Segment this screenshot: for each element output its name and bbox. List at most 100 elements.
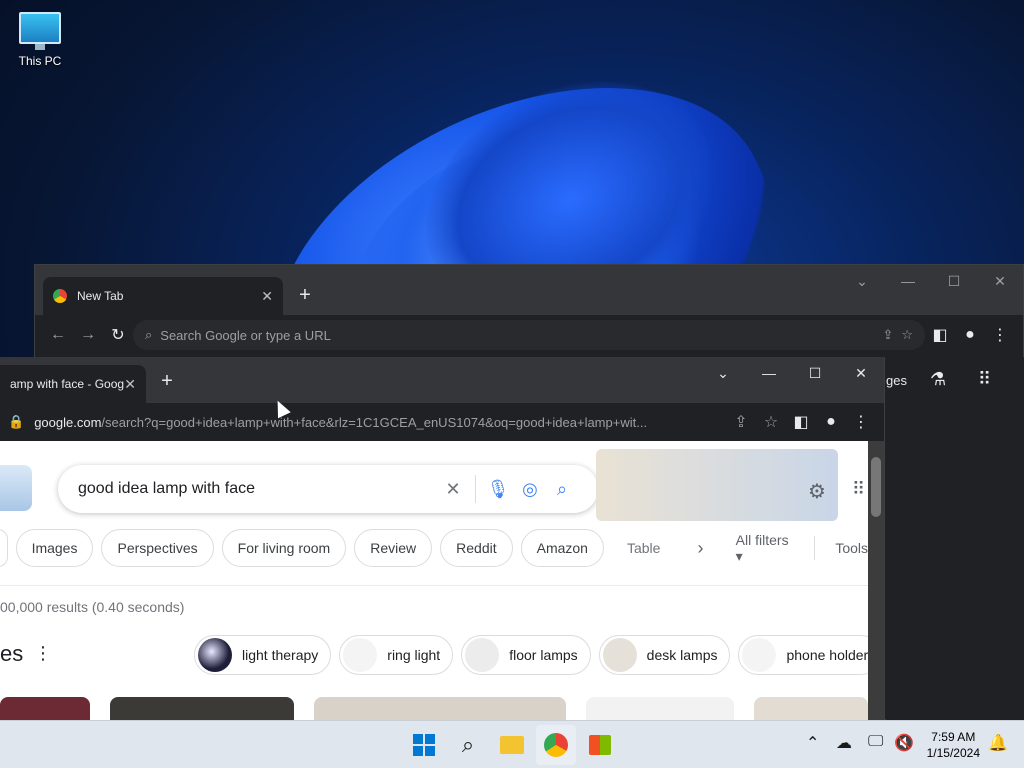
clock[interactable]: 7:59 AM 1/15/2024 (927, 729, 980, 761)
network-icon[interactable]: 🖵 (868, 733, 883, 751)
doodle-image[interactable] (596, 449, 838, 521)
thumbnail (742, 638, 777, 672)
chip-for-living-room[interactable]: For living room (221, 529, 347, 567)
this-pc-desktop-icon[interactable]: This PC (10, 8, 70, 68)
image-result[interactable] (0, 697, 90, 720)
search-box[interactable]: good idea lamp with face ✕ 🎙 ◎ ⌕ (58, 465, 598, 513)
chip-partial[interactable] (0, 529, 8, 567)
related-label: ring light (387, 647, 441, 663)
image-result[interactable] (754, 697, 868, 720)
url-path: /search?q=good+idea+lamp+with+face&rlz=1… (101, 414, 648, 430)
profile-icon[interactable]: ● (816, 407, 846, 437)
tab-new-tab[interactable]: New Tab ✕ (43, 277, 283, 315)
chip-images[interactable]: Images (15, 529, 94, 567)
labs-flask-icon[interactable]: ⚗ (930, 369, 946, 390)
search-icon[interactable]: ⌕ (448, 725, 488, 765)
related-label: desk lamps (646, 647, 718, 663)
tab-google-search[interactable]: amp with face - Goog ✕ (0, 365, 146, 403)
chip-table[interactable]: Table (612, 529, 675, 567)
share-icon[interactable]: ⇪ (882, 327, 893, 343)
related-phone-holder[interactable]: phone holder (738, 635, 868, 675)
omnibox-placeholder: Search Google or type a URL (160, 327, 331, 343)
folder-icon[interactable] (492, 725, 532, 765)
related-label: floor lamps (509, 647, 578, 663)
clear-icon[interactable]: ✕ (437, 479, 469, 500)
windows-start-icon[interactable] (404, 725, 444, 765)
taskbar: ⌕ ⌃ ☁ 🖵 🔇 7:59 AM 1/15/2024 🔔 (0, 720, 1024, 768)
chrome-window-front[interactable]: amp with face - Goog ✕ + ⌄ — ☐ ✕ 🔒 googl… (0, 357, 885, 720)
new-tab-button[interactable]: + (293, 283, 317, 307)
image-result[interactable] (314, 697, 566, 720)
images-link-partial[interactable]: ges (886, 373, 907, 388)
close-tab-icon[interactable]: ✕ (124, 376, 136, 393)
all-filters-button[interactable]: All filters ▾ (726, 532, 807, 565)
related-label: light therapy (242, 647, 319, 663)
this-pc-label: This PC (18, 54, 62, 68)
tab-search-icon[interactable]: ⌄ (700, 357, 746, 389)
minimize-button[interactable]: — (746, 357, 792, 389)
close-window-button[interactable]: ✕ (977, 265, 1023, 297)
search-results-page: good idea lamp with face ✕ 🎙 ◎ ⌕ ⚙ ⠿ Ima… (0, 441, 868, 720)
filter-chips: Images Perspectives For living room Revi… (0, 529, 868, 567)
chrome-icon[interactable] (536, 725, 576, 765)
lens-camera-icon[interactable]: ◎ (514, 479, 546, 500)
bookmark-star-icon[interactable]: ☆ (756, 407, 786, 437)
back-arrow-icon[interactable]: ← (43, 320, 73, 350)
image-result[interactable] (110, 697, 294, 720)
maximize-button[interactable]: ☐ (931, 265, 977, 297)
tab-search-icon[interactable]: ⌄ (839, 265, 885, 297)
clock-date: 1/15/2024 (926, 746, 980, 760)
forward-arrow-icon[interactable]: → (73, 320, 103, 350)
monitor-icon (19, 12, 61, 50)
menu-icon[interactable]: ⋮ (985, 320, 1015, 350)
maximize-button[interactable]: ☐ (792, 357, 838, 389)
image-result[interactable] (586, 697, 734, 720)
omnibox[interactable]: ⌕ Search Google or type a URL ⇪ ☆ (133, 320, 925, 350)
chip-perspectives[interactable]: Perspectives (101, 529, 214, 567)
new-tab-button[interactable]: + (155, 369, 179, 393)
side-panel-icon[interactable]: ◧ (925, 320, 955, 350)
more-options-icon[interactable]: ⋮ (34, 643, 52, 664)
minimize-button[interactable]: — (885, 265, 931, 297)
omnibox[interactable]: 🔒 google.com/search?q=good+idea+lamp+wit… (8, 407, 726, 437)
apps-grid-icon[interactable]: ⠿ (852, 479, 865, 500)
share-icon[interactable]: ⇪ (726, 407, 756, 437)
google-logo-partial[interactable] (0, 465, 32, 511)
thumbnail (198, 638, 232, 672)
chevron-right-icon[interactable]: › (683, 538, 717, 559)
chevron-up-icon[interactable]: ⌃ (806, 733, 819, 753)
notification-bell-icon[interactable]: 🔔 (988, 733, 1008, 753)
apps-grid-icon[interactable]: ⠿ (978, 369, 991, 390)
search-icon[interactable]: ⌕ (546, 479, 578, 500)
thumbnail (465, 638, 500, 672)
related-ring-light[interactable]: ring light (339, 635, 454, 675)
related-desk-lamps[interactable]: desk lamps (598, 635, 731, 675)
related-floor-lamps[interactable]: floor lamps (461, 635, 591, 675)
bookmark-star-icon[interactable]: ☆ (901, 327, 913, 343)
reload-icon[interactable]: ↻ (103, 320, 133, 350)
search-query[interactable]: good idea lamp with face (78, 480, 437, 498)
scrollbar[interactable] (868, 441, 884, 720)
onedrive-icon[interactable]: ☁ (836, 733, 852, 753)
close-window-button[interactable]: ✕ (838, 357, 884, 389)
toolbar: ← → ↻ ⌕ Search Google or type a URL ⇪ ☆ … (35, 315, 1023, 355)
close-tab-icon[interactable]: ✕ (261, 288, 273, 305)
chip-review[interactable]: Review (354, 529, 433, 567)
store-icon[interactable] (580, 725, 620, 765)
scrollbar-thumb[interactable] (871, 457, 881, 517)
chip-reddit[interactable]: Reddit (440, 529, 513, 567)
side-panel-icon[interactable]: ◧ (786, 407, 816, 437)
tab-strip: amp with face - Goog ✕ + ⌄ — ☐ ✕ (0, 357, 884, 403)
chip-amazon[interactable]: Amazon (520, 529, 604, 567)
tools-button[interactable]: Tools (823, 540, 868, 556)
related-searches: light therapy ring light floor lamps des… (194, 635, 868, 675)
profile-icon[interactable]: ● (955, 320, 985, 350)
thumbnail (602, 638, 637, 672)
volume-muted-icon[interactable]: 🔇 (894, 733, 914, 753)
related-light-therapy[interactable]: light therapy (194, 635, 332, 675)
settings-gear-icon[interactable]: ⚙ (808, 479, 826, 504)
microphone-icon[interactable]: 🎙 (482, 479, 514, 500)
menu-icon[interactable]: ⋮ (846, 407, 876, 437)
tab-strip: New Tab ✕ + ⌄ — ☐ ✕ (35, 265, 1023, 315)
result-stats: 00,000 results (0.40 seconds) (0, 599, 185, 615)
